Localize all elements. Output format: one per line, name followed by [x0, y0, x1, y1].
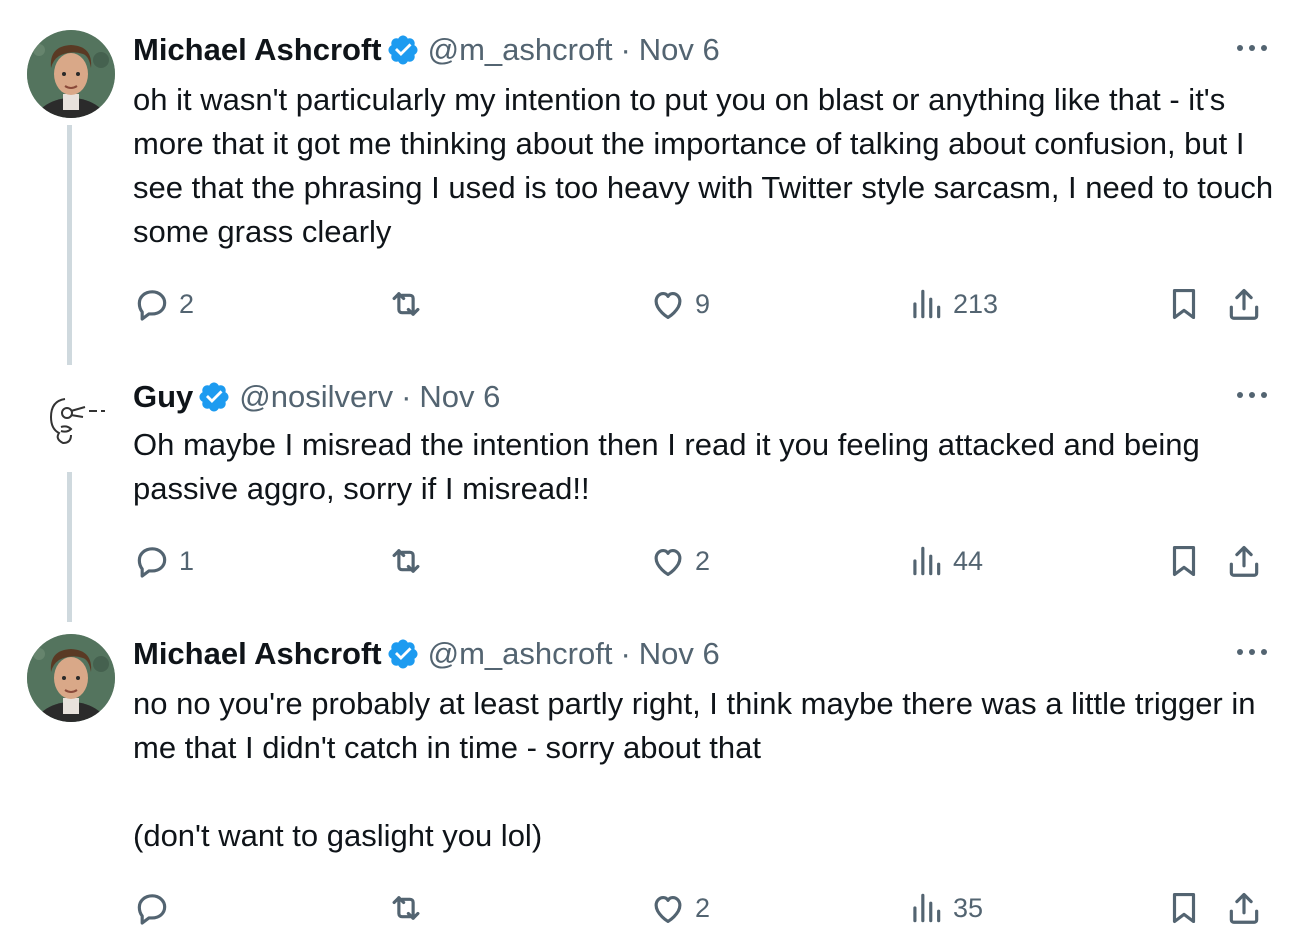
avatar[interactable] [27, 634, 115, 722]
thread-connector-line [67, 472, 72, 622]
tweet-date[interactable]: Nov 6 [639, 634, 720, 674]
share-button[interactable] [1225, 539, 1271, 583]
tweet-paragraph: (don't want to gaslight you lol) [133, 818, 543, 853]
tweet-actions: 1 2 44 [133, 539, 1273, 583]
views-button[interactable]: 213 [907, 282, 998, 326]
reply-icon [137, 290, 167, 321]
more-horizontal-icon[interactable] [1234, 642, 1270, 662]
tweet[interactable]: Guy @nosilverv · Nov 6 Oh maybe I misrea… [0, 377, 1306, 627]
verified-badge-icon[interactable] [197, 380, 231, 414]
like-button[interactable]: 2 [649, 539, 710, 583]
tweet-text: oh it wasn't particularly my intention t… [133, 78, 1283, 254]
tweet-date[interactable]: Nov 6 [639, 30, 720, 70]
view-count: 35 [953, 893, 984, 923]
views-chart-icon [913, 893, 941, 923]
verified-badge-icon[interactable] [386, 637, 420, 671]
retweet-icon [392, 292, 420, 316]
tweet[interactable]: Michael Ashcroft @m_ashcroft · Nov 6 no … [0, 634, 1306, 944]
reply-button[interactable]: 2 [133, 282, 194, 326]
share-button[interactable] [1225, 282, 1271, 326]
like-count: 2 [695, 893, 711, 923]
reply-button[interactable]: 1 [133, 539, 194, 583]
author-handle[interactable]: @m_ashcroft [428, 30, 613, 70]
tweet-header: Guy @nosilverv · Nov 6 [133, 377, 500, 417]
reply-count: 2 [179, 289, 195, 319]
tweet-paragraph: Oh maybe I misread the intention then I … [133, 427, 1200, 506]
bookmark-button[interactable] [1165, 282, 1211, 326]
like-count: 9 [695, 289, 711, 319]
tweet-text: no no you're probably at least partly ri… [133, 682, 1283, 858]
tweet-date[interactable]: Nov 6 [419, 377, 500, 417]
view-count: 213 [953, 289, 999, 319]
share-button[interactable] [1225, 886, 1271, 930]
author-name[interactable]: Guy [133, 377, 193, 417]
tweet-actions: 2 35 [133, 886, 1273, 930]
heart-icon [654, 895, 682, 924]
thread-connector-line [67, 125, 72, 365]
reply-icon [137, 547, 167, 578]
reply-icon [137, 894, 167, 925]
author-handle[interactable]: @nosilverv [239, 377, 393, 417]
avatar-photo [27, 30, 115, 118]
share-icon [1229, 892, 1259, 924]
share-icon [1229, 545, 1259, 577]
tweet-paragraph: oh it wasn't particularly my intention t… [133, 82, 1274, 249]
tweet-header: Michael Ashcroft @m_ashcroft · Nov 6 [133, 30, 720, 70]
avatar-photo [27, 634, 115, 722]
retweet-button[interactable] [387, 539, 433, 583]
share-icon [1229, 288, 1259, 320]
avatar-sketch [27, 377, 115, 465]
retweet-button[interactable] [387, 886, 433, 930]
bookmark-icon [1172, 288, 1196, 320]
tweet-paragraph: no no you're probably at least partly ri… [133, 686, 1256, 765]
views-button[interactable]: 44 [907, 539, 983, 583]
separator-dot: · [620, 636, 631, 671]
like-button[interactable]: 9 [649, 282, 710, 326]
bookmark-button[interactable] [1165, 886, 1211, 930]
more-horizontal-icon[interactable] [1234, 38, 1270, 58]
separator-dot: · [401, 379, 412, 414]
like-count: 2 [695, 546, 711, 576]
heart-icon [654, 548, 682, 577]
author-handle[interactable]: @m_ashcroft [428, 634, 613, 674]
retweet-button[interactable] [387, 282, 433, 326]
separator-dot: · [620, 32, 631, 67]
reply-button[interactable] [133, 886, 179, 930]
verified-badge-icon[interactable] [386, 33, 420, 67]
views-chart-icon [913, 289, 941, 319]
tweet-text: Oh maybe I misread the intention then I … [133, 423, 1283, 511]
author-name[interactable]: Michael Ashcroft [133, 30, 382, 70]
retweet-icon [392, 549, 420, 573]
tweet-header: Michael Ashcroft @m_ashcroft · Nov 6 [133, 634, 720, 674]
views-chart-icon [913, 546, 941, 576]
heart-icon [654, 291, 682, 320]
avatar[interactable] [27, 30, 115, 118]
like-button[interactable]: 2 [649, 886, 710, 930]
avatar[interactable] [27, 377, 115, 465]
tweet-actions: 2 9 213 [133, 282, 1273, 326]
bookmark-icon [1172, 892, 1196, 924]
tweet[interactable]: Michael Ashcroft @m_ashcroft · Nov 6 oh … [0, 30, 1306, 365]
reply-count: 1 [179, 546, 195, 576]
conversation-thread: Michael Ashcroft @m_ashcroft · Nov 6 oh … [0, 0, 1306, 950]
bookmark-icon [1172, 545, 1196, 577]
retweet-icon [392, 896, 420, 920]
view-count: 44 [953, 546, 984, 576]
more-horizontal-icon[interactable] [1234, 385, 1270, 405]
views-button[interactable]: 35 [907, 886, 983, 930]
author-name[interactable]: Michael Ashcroft [133, 634, 382, 674]
bookmark-button[interactable] [1165, 539, 1211, 583]
